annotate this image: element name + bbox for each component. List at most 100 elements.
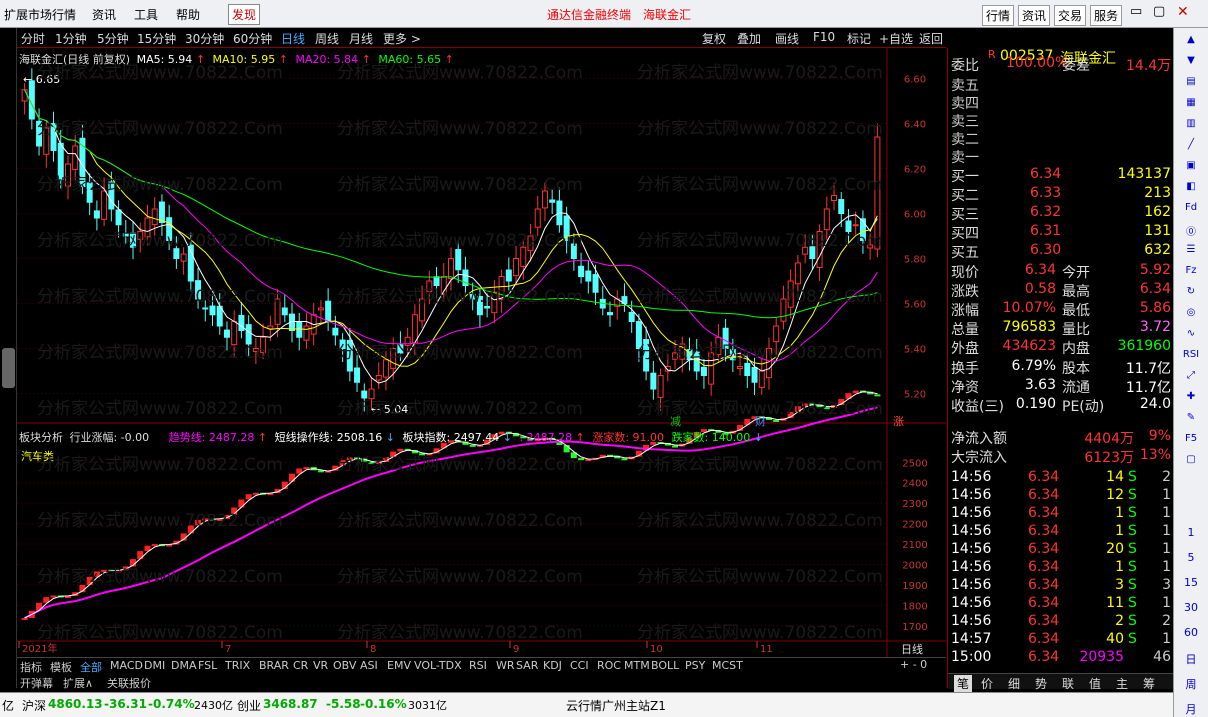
action-overlay[interactable]: 叠加 <box>737 30 761 47</box>
quote-tab-7[interactable]: 筹 <box>1143 675 1155 692</box>
indicator-tab-6[interactable]: FSL <box>198 659 217 672</box>
quote-tab-6[interactable]: 主 <box>1116 675 1128 692</box>
collapse-handle[interactable] <box>2 348 15 388</box>
box-icon[interactable]: ▢ <box>1178 454 1204 470</box>
period-tab-daily[interactable]: 日线 <box>281 30 305 47</box>
indicator-tab-5[interactable]: DMA <box>171 659 197 672</box>
period-tab-2[interactable]: 5分钟 <box>97 30 129 47</box>
zoom-controls[interactable]: + - 0 <box>900 658 927 671</box>
close-icon[interactable]: ✕ <box>1177 4 1189 20</box>
event-mark-reduce[interactable]: 减 <box>670 413 681 429</box>
nav-news[interactable]: 资讯 <box>1018 5 1051 26</box>
indicator-tab-24[interactable]: MCST <box>712 659 743 672</box>
indicator-tab-12[interactable]: ASI <box>360 659 378 672</box>
nav-quote[interactable]: 行情 <box>982 5 1015 26</box>
quote-tab-3[interactable]: 势 <box>1035 675 1047 692</box>
indicator-tab-1[interactable]: 模板 <box>50 659 72 675</box>
event-mark-finance[interactable]: 财 <box>755 413 766 429</box>
indicator-tab-21[interactable]: MTM <box>624 659 650 672</box>
nav-service[interactable]: 服务 <box>1090 5 1123 26</box>
period-tab-7[interactable]: 周线 <box>315 30 339 47</box>
indicator-tab-9[interactable]: CR <box>293 659 308 672</box>
indicator-tab-20[interactable]: ROC <box>597 659 621 672</box>
nav-trade[interactable]: 交易 <box>1054 5 1087 26</box>
period-tab-4[interactable]: 30分钟 <box>185 30 224 47</box>
indicator-tab-4[interactable]: DMI <box>144 659 165 672</box>
menu-ext-market[interactable]: 扩展市场行情 <box>4 6 76 23</box>
f10-icon[interactable]: Fd <box>1178 202 1204 218</box>
arrow-down-icon[interactable]: ▼ <box>1178 55 1204 71</box>
menu-discover[interactable]: 发现 <box>228 4 261 25</box>
indicator-tab-10[interactable]: VR <box>313 659 328 672</box>
period-tab-1[interactable]: 1分钟 <box>55 30 87 47</box>
sub-tab-2[interactable]: 关联报价 <box>107 675 151 691</box>
quote-tab-2[interactable]: 细 <box>1008 675 1020 692</box>
indicator-tab-11[interactable]: OBV <box>333 659 356 672</box>
table-icon[interactable]: ▥ <box>1178 118 1204 134</box>
chart-alt-icon[interactable]: ∿ <box>1178 328 1204 344</box>
info-icon[interactable]: ⓪ <box>1178 223 1204 239</box>
menu-news[interactable]: 资讯 <box>92 6 116 23</box>
indicator-tab-14[interactable]: VOL-TDX <box>414 659 462 672</box>
action-mark[interactable]: 标记 <box>847 30 871 47</box>
action-draw[interactable]: 画线 <box>775 30 799 47</box>
indicator-tab-15[interactable]: RSI <box>469 659 487 672</box>
indicator-tab-8[interactable]: BRAR <box>259 659 289 672</box>
indicator-tab-7[interactable]: TRIX <box>225 659 250 672</box>
grid-icon[interactable]: ▤ <box>1178 76 1204 92</box>
f5-icon[interactable]: F5 <box>1178 433 1204 449</box>
chart-line-icon[interactable]: ⤢ <box>1178 370 1204 386</box>
line-icon[interactable]: ╱ <box>1178 139 1204 155</box>
quote-tab-1[interactable]: 价 <box>981 675 993 692</box>
rsi-icon[interactable]: RSI <box>1178 349 1204 365</box>
action-f10[interactable]: F10 <box>813 30 835 44</box>
refresh-icon[interactable]: ↻ <box>1178 286 1204 302</box>
menu-tools[interactable]: 工具 <box>134 6 158 23</box>
indicator-tab-16[interactable]: WR <box>496 659 515 672</box>
minimize-icon[interactable]: ▭ <box>1130 4 1142 19</box>
action-back[interactable]: 返回 <box>919 30 943 47</box>
pen-icon[interactable]: ✎ <box>1178 412 1204 428</box>
period-tab-3[interactable]: 15分钟 <box>137 30 176 47</box>
action-add-watch[interactable]: +自选 <box>879 30 913 47</box>
sidebar-period-1[interactable]: 5 <box>1178 551 1204 567</box>
index2-name[interactable]: 创业 <box>237 697 261 714</box>
cross-icon[interactable]: ✚ <box>1178 391 1204 407</box>
indicator-tab-17[interactable]: SAR <box>516 659 538 672</box>
list-icon[interactable]: ▦ <box>1178 97 1204 113</box>
event-mark-limitup[interactable]: 涨 <box>893 413 904 429</box>
indicator-tab-23[interactable]: PSY <box>685 659 705 672</box>
sidebar-period-3[interactable]: 30 <box>1178 601 1204 617</box>
period-tab-more[interactable]: 更多 > <box>383 30 421 47</box>
period-tab-0[interactable]: 分时 <box>21 30 45 47</box>
note-icon[interactable]: ☰ <box>1178 244 1204 260</box>
indicator-tab-13[interactable]: EMV <box>387 659 411 672</box>
period-tab-5[interactable]: 60分钟 <box>233 30 272 47</box>
indicator-tab-0[interactable]: 指标 <box>20 659 42 675</box>
sub-tab-1[interactable]: 扩展∧ <box>63 675 93 691</box>
indicator-tab-2[interactable]: 全部 <box>80 659 102 675</box>
quote-tab-5[interactable]: 值 <box>1089 675 1101 692</box>
period-tab-8[interactable]: 月线 <box>349 30 373 47</box>
window-icon[interactable]: ▣ <box>1178 160 1204 176</box>
target-icon[interactable]: ◎ <box>1178 307 1204 323</box>
quote-tab-0[interactable]: 笔 <box>954 675 973 692</box>
index1-name[interactable]: 沪深 <box>22 697 46 714</box>
action-fuquan[interactable]: 复权 <box>702 30 726 47</box>
sidebar-period-5[interactable]: 日 <box>1178 651 1204 667</box>
sidebar-period-4[interactable]: 60 <box>1178 626 1204 642</box>
restore-icon[interactable]: ▢ <box>1153 4 1165 19</box>
indicator-tab-3[interactable]: MACD <box>110 659 143 672</box>
arrow-up-icon[interactable]: ▲ <box>1178 34 1204 50</box>
kline-chart[interactable]: 6.60 6.40 6.20 6.00 5.80 5.60 5.40 5.20 2500 2400… <box>17 48 946 660</box>
chart-icon[interactable]: ◧ <box>1178 181 1204 197</box>
sub-tab-0[interactable]: 开弹幕 <box>20 675 53 691</box>
sidebar-period-2[interactable]: 15 <box>1178 576 1204 592</box>
indicator-tab-19[interactable]: CCI <box>570 659 589 672</box>
fiz-icon[interactable]: Fz <box>1178 265 1204 281</box>
indicator-tab-18[interactable]: KDJ <box>543 659 562 672</box>
quote-tab-4[interactable]: 联 <box>1062 675 1074 692</box>
sidebar-period-6[interactable]: 周 <box>1178 676 1204 692</box>
sidebar-period-7[interactable]: 月 <box>1178 701 1204 717</box>
sidebar-period-0[interactable]: 1 <box>1178 526 1204 542</box>
